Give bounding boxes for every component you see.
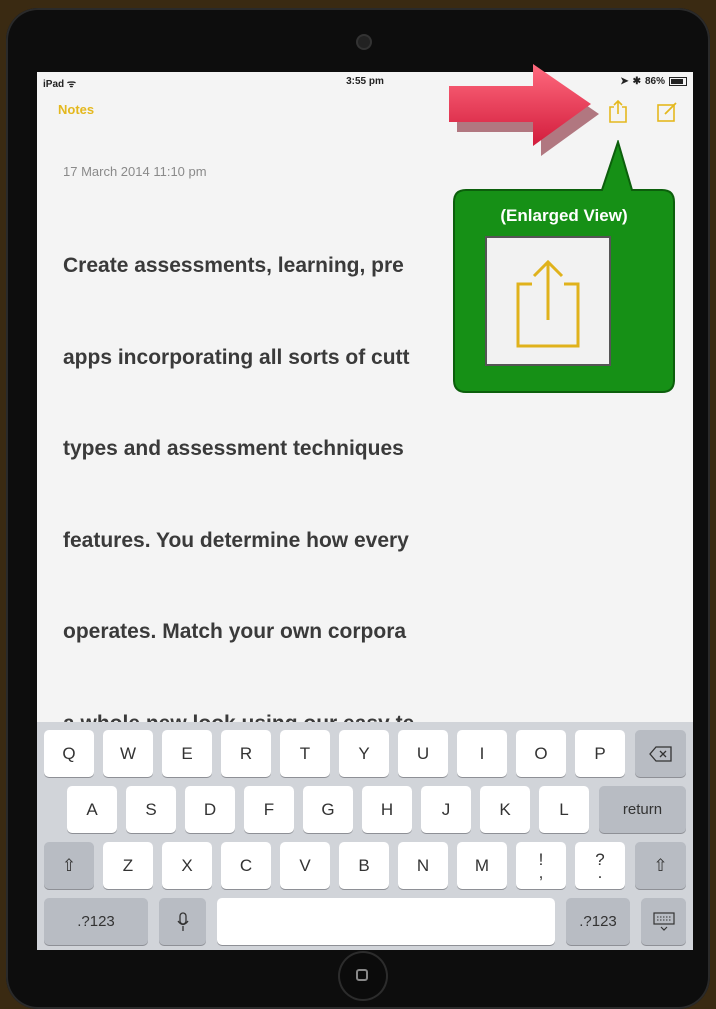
shift-icon: ⇧ — [653, 855, 668, 875]
key-e[interactable]: E — [162, 730, 212, 777]
battery-percent: 86% — [644, 76, 665, 87]
key-v[interactable]: V — [280, 842, 330, 889]
key-z[interactable]: Z — [103, 842, 153, 889]
keyboard: Q W E R T Y U I O P A S D F G H J K L re… — [37, 722, 693, 950]
key-q[interactable]: Q — [44, 730, 94, 777]
note-date: 17 March 2014 11:10 pm — [63, 164, 207, 179]
shift-icon: ⇧ — [61, 855, 77, 875]
numbers-key-right[interactable]: .?123 — [566, 898, 630, 945]
key-s[interactable]: S — [126, 786, 176, 833]
key-i[interactable]: I — [457, 730, 507, 777]
key-u[interactable]: U — [398, 730, 448, 777]
dictation-key[interactable] — [159, 898, 206, 945]
camera — [358, 36, 370, 48]
key-g[interactable]: G — [303, 786, 353, 833]
key-n[interactable]: N — [398, 842, 448, 889]
key-k[interactable]: K — [480, 786, 530, 833]
key-y[interactable]: Y — [339, 730, 389, 777]
backspace-icon — [648, 745, 672, 762]
key-p[interactable]: P — [575, 730, 625, 777]
bluetooth-icon: ✱ — [632, 76, 641, 87]
microphone-icon — [176, 911, 189, 931]
key-b[interactable]: B — [339, 842, 389, 889]
numbers-key-left[interactable]: .?123 — [44, 898, 148, 945]
key-j[interactable]: J — [421, 786, 471, 833]
compose-icon[interactable] — [655, 100, 679, 124]
battery-icon — [669, 77, 687, 86]
enlarged-share-icon — [516, 259, 580, 348]
key-m[interactable]: M — [457, 842, 507, 889]
space-bar[interactable] — [217, 898, 555, 945]
enlarged-share-box — [487, 238, 609, 364]
hide-keyboard-key[interactable] — [641, 898, 686, 945]
note-line: operates. Match your own corpora — [63, 620, 407, 643]
note-line: features. You determine how every — [63, 528, 409, 552]
key-r[interactable]: R — [221, 730, 271, 777]
key-bottom-char: . — [597, 862, 603, 882]
key-c[interactable]: C — [221, 842, 271, 889]
key-w[interactable]: W — [103, 730, 153, 777]
return-key[interactable]: return — [599, 786, 686, 833]
key-f[interactable]: F — [244, 786, 294, 833]
key-l[interactable]: L — [539, 786, 589, 833]
delete-key[interactable] — [635, 730, 686, 777]
status-right: ➤ ✱ 86% — [620, 76, 687, 87]
note-line: types and assessment techniques — [63, 437, 404, 460]
shift-key-left[interactable]: ⇧ — [44, 842, 94, 889]
key-x[interactable]: X — [162, 842, 212, 889]
key-h[interactable]: H — [362, 786, 412, 833]
keyboard-icon — [652, 911, 675, 931]
key-a[interactable]: A — [67, 786, 117, 833]
share-icon[interactable] — [605, 98, 631, 124]
key-d[interactable]: D — [185, 786, 235, 833]
key-t[interactable]: T — [280, 730, 330, 777]
location-icon: ➤ — [620, 76, 629, 87]
key-question-period[interactable]: ?. — [575, 842, 625, 889]
key-o[interactable]: O — [516, 730, 566, 777]
callout-title: (Enlarged View) — [500, 206, 628, 225]
notes-back-button[interactable]: Notes — [58, 102, 94, 117]
key-exclamation-comma[interactable]: !, — [516, 842, 566, 889]
shift-key-right[interactable]: ⇧ — [635, 842, 686, 889]
key-bottom-char: , — [538, 862, 544, 882]
home-button[interactable] — [340, 953, 386, 999]
